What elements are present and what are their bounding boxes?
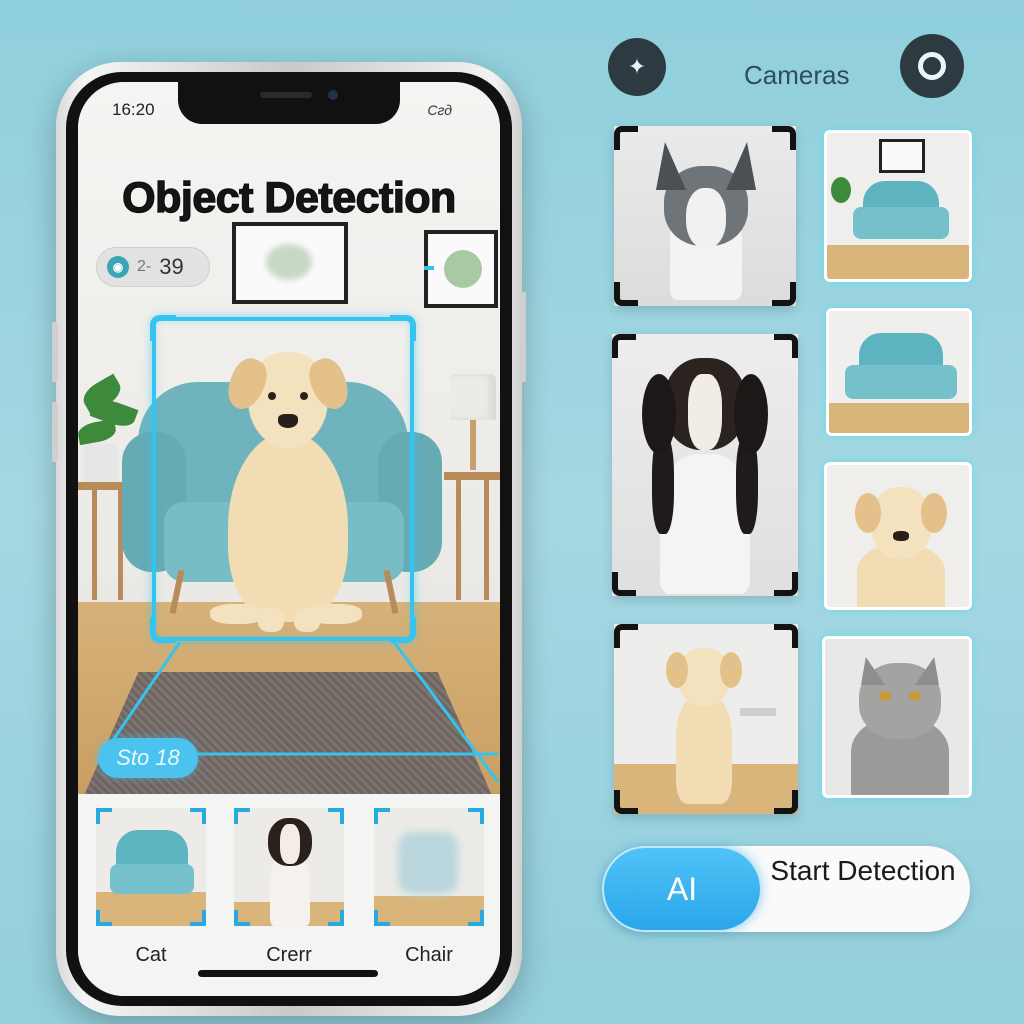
notch (178, 82, 400, 124)
side-table (444, 472, 500, 480)
front-camera (328, 90, 338, 100)
volume-button (52, 322, 58, 382)
strip-thumb-beagle[interactable] (234, 808, 344, 926)
record-button[interactable] (900, 34, 964, 98)
side-table-leg (92, 490, 97, 600)
strip-label: Crerr (266, 944, 312, 966)
power-button (520, 292, 526, 382)
thumbnail-strip: Cat Crerr Chair (78, 794, 500, 996)
lamp-pole (470, 420, 476, 470)
volume-button (52, 402, 58, 462)
wall-art (424, 230, 498, 308)
lamp (450, 374, 496, 420)
ai-toggle-knob[interactable]: AI (604, 848, 760, 930)
camera-card-labrador[interactable] (614, 624, 798, 814)
page-title: Object Detection (121, 173, 457, 222)
strip-label: Chair (405, 944, 453, 966)
speaker (260, 92, 312, 98)
strip-label: Cat (135, 944, 167, 966)
wall-art (232, 222, 348, 304)
panel-title: Cameras (744, 60, 850, 90)
camera-card-husky[interactable] (614, 126, 796, 306)
detection-bounding-box[interactable] (150, 315, 416, 643)
camera-card-armchair[interactable] (824, 130, 972, 282)
start-detection-toggle[interactable]: AI Start Detection (602, 846, 970, 932)
start-detection-label: Start Detection (770, 855, 956, 886)
phone-screen: Sto 18 16:20 Сгд Object Detection ◉ 2- 3… (78, 82, 500, 996)
flash-button[interactable]: ✦ (608, 38, 666, 96)
count-value: 39 (159, 254, 184, 279)
strip-thumb-armchair[interactable] (96, 808, 206, 926)
plant-pot (84, 444, 118, 486)
detection-count-badge[interactable]: ◉ 2- 39 (96, 247, 210, 287)
phone-device: Sto 18 16:20 Сгд Object Detection ◉ 2- 3… (52, 62, 526, 1016)
ai-label: AI (666, 870, 698, 907)
status-indicators: Сгд (427, 102, 452, 118)
flash-icon: ✦ (627, 54, 647, 79)
record-icon (918, 52, 946, 80)
side-table-leg (456, 480, 461, 600)
camera-card-armchair-2[interactable] (826, 308, 972, 436)
status-time: 16:20 (112, 100, 155, 119)
strip-thumb-chair[interactable] (374, 808, 484, 926)
home-indicator[interactable] (198, 970, 378, 977)
camera-card-labrador-2[interactable] (824, 462, 972, 610)
count-prefix: 2- (137, 258, 152, 275)
camera-card-beagle[interactable] (612, 334, 798, 596)
camera-lens-icon: ◉ (107, 256, 129, 278)
camera-card-cat[interactable] (822, 636, 972, 798)
side-table-leg (484, 480, 489, 600)
detection-label[interactable]: Sto 18 (98, 738, 198, 778)
detection-label-text: Sto 18 (116, 745, 180, 770)
